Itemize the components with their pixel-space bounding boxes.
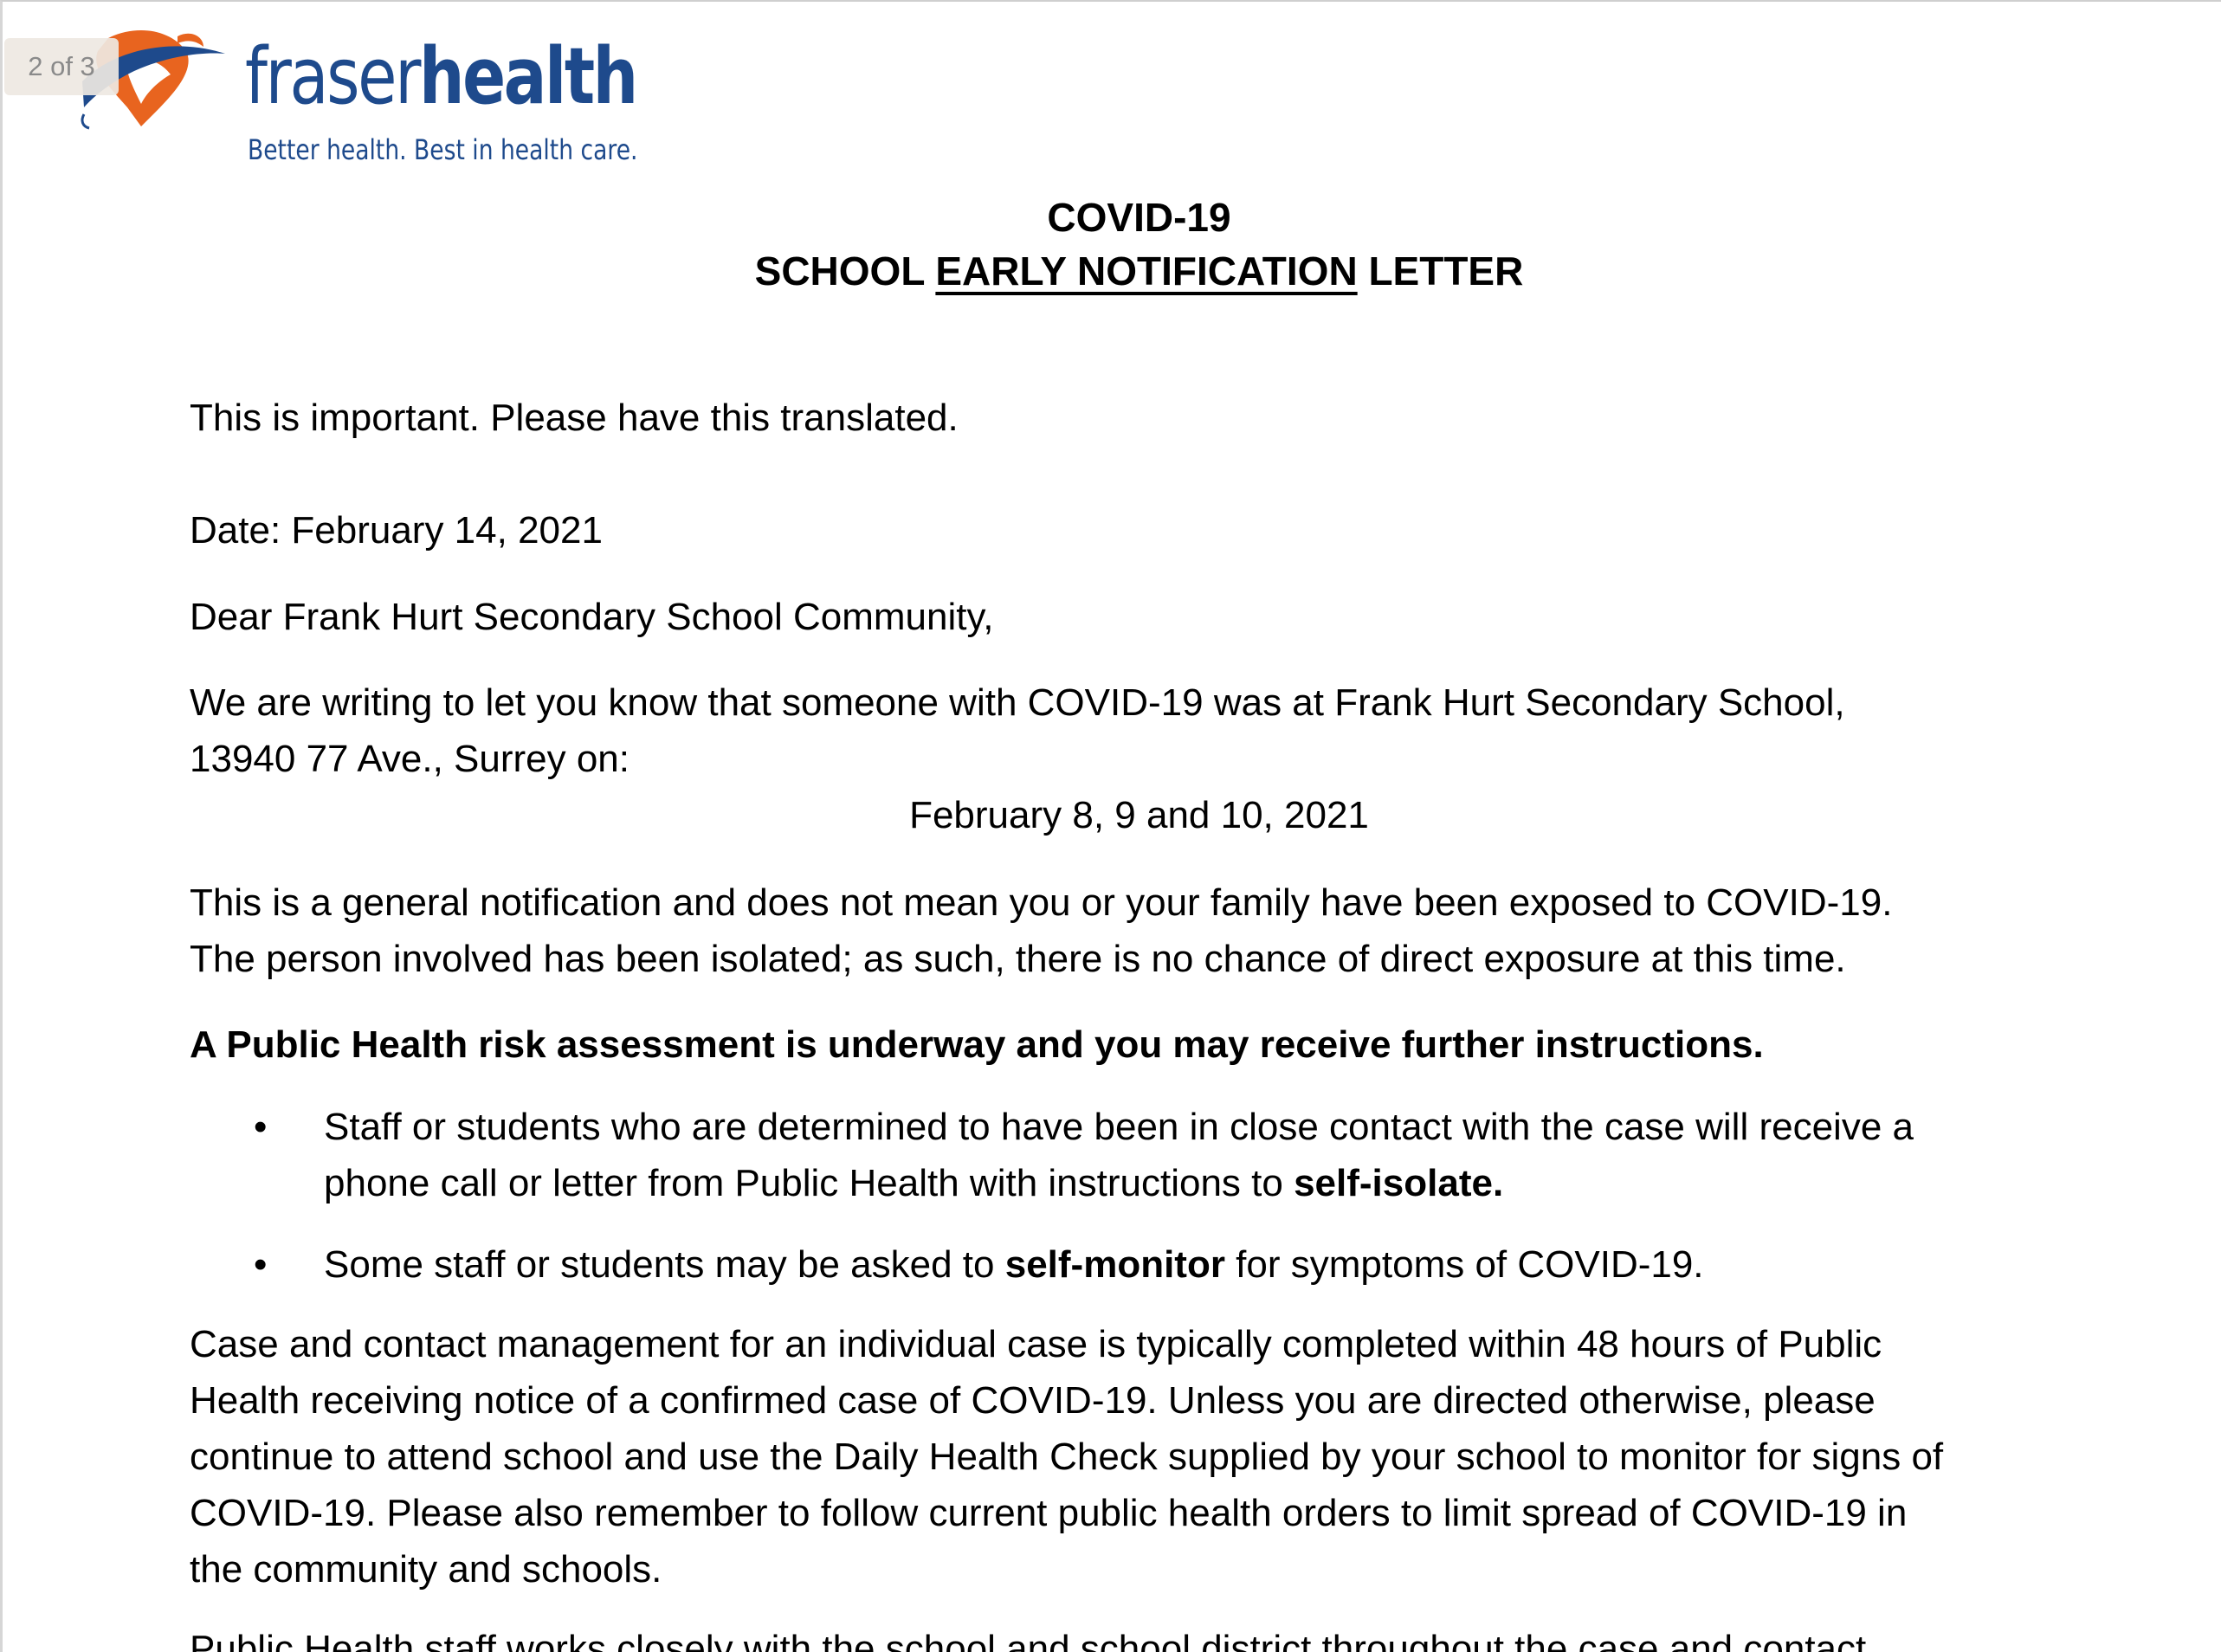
page-counter-badge: 2 of 3 [4,38,119,95]
salutation: Dear Frank Hurt Secondary School Communi… [190,596,994,638]
logo-word-health: health [418,31,638,122]
risk-statement: A Public Health risk assessment is under… [190,1023,1764,1066]
bullet-1-line2: phone call or letter from Public Health … [324,1155,1503,1211]
bullet-2-dot: • [254,1243,268,1286]
title-letter-type: SCHOOL EARLY NOTIFICATION LETTER [3,248,2221,294]
para3-line2: Health receiving notice of a confirmed c… [190,1379,1876,1422]
exposure-dates: February 8, 9 and 10, 2021 [909,794,1369,836]
logo-tagline: Better health. Best in health care. [248,133,638,166]
para4-partial-line: Public Health staff works closely with t… [190,1628,1867,1652]
document-page: 2 of 3 fraserhealth Better health. Best … [0,0,2221,1652]
date-line: Date: February 14, 2021 [190,509,603,552]
bullet-2-post: for symptoms of COVID-19. [1224,1243,1704,1286]
logo-wordmark: fraserhealth [245,29,638,125]
logo-word-fraser: fraser [245,31,421,122]
bullet-2-line: Some staff or students may be asked to s… [324,1236,1704,1293]
important-note: This is important. Please have this tran… [190,397,959,439]
para3-line5: the community and schools. [190,1548,662,1591]
para1-line1: We are writing to let you know that some… [190,681,1845,724]
para2-line1: This is a general notification and does … [190,881,1893,924]
bullet-1-line2-text: phone call or letter from Public Health … [324,1162,1295,1204]
bullet-1-dot: • [254,1106,268,1148]
para1-line2: 13940 77 Ave., Surrey on: [190,738,629,780]
para3-line1: Case and contact management for an indiv… [190,1323,1882,1365]
para3-line4: COVID-19. Please also remember to follow… [190,1492,1908,1534]
bullet-2-self-monitor: self-monitor [1004,1243,1225,1286]
bullet-1-self-isolate: self-isolate. [1294,1162,1504,1204]
bullet-2-pre: Some staff or students may be asked to [324,1243,1005,1286]
para2-line2: The person involved has been isolated; a… [190,938,1846,980]
title-covid: COVID-19 [1047,195,1231,240]
title-post: LETTER [1357,248,1524,294]
title-pre: SCHOOL [754,248,936,294]
title-underlined: EARLY NOTIFICATION [935,248,1358,294]
bullet-1-line1: Staff or students who are determined to … [324,1106,1914,1148]
para3-line3: continue to attend school and use the Da… [190,1436,1944,1478]
